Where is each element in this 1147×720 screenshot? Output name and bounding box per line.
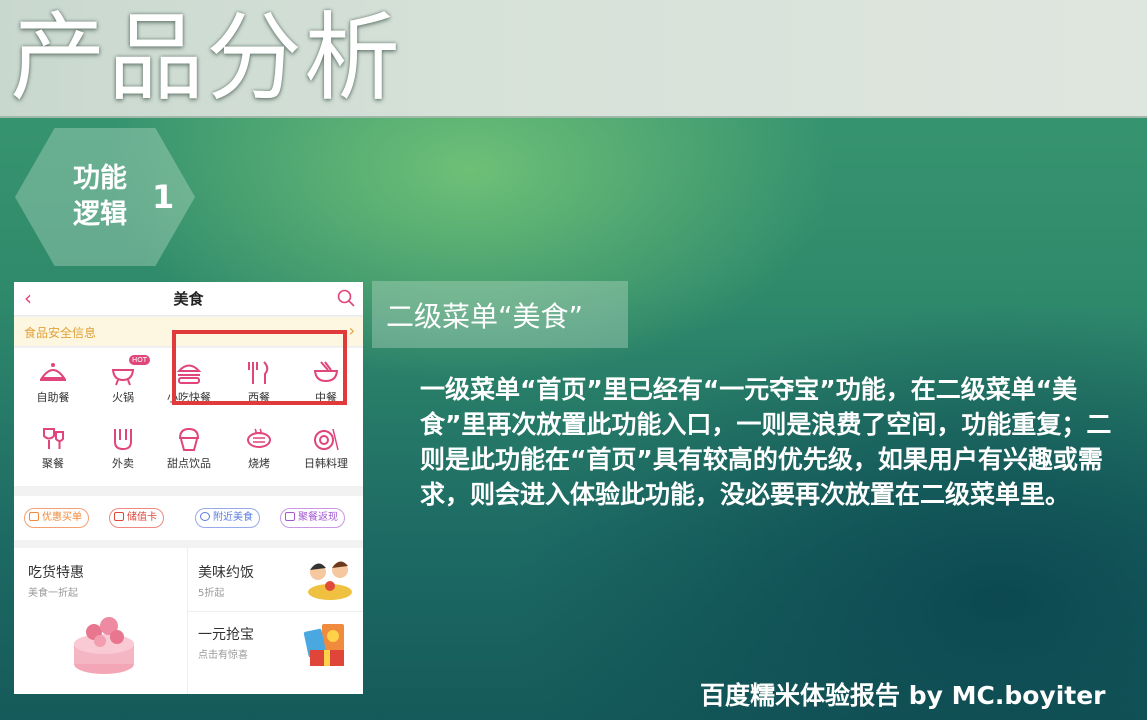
category-label: 日韩料理 <box>304 457 348 470</box>
promo-divider <box>188 611 363 612</box>
notice-label: 食品安全信息 <box>24 326 97 340</box>
category-takeout[interactable]: 外卖 <box>89 426 157 471</box>
phone-header: ‹ 美食 <box>14 282 363 316</box>
grill-icon <box>247 428 271 448</box>
search-icon[interactable] <box>337 289 355 307</box>
sushi-icon <box>314 428 339 451</box>
analysis-text: 一级菜单“首页”里已经有“一元夺宝”功能，在二级菜单“美食”里再次放置此功能入口… <box>420 375 1112 509</box>
category-buffet[interactable]: 自助餐 <box>19 360 87 405</box>
wine-icon <box>43 428 64 449</box>
category-label: 甜点饮品 <box>167 457 211 470</box>
category-label: 烧烤 <box>248 457 270 470</box>
dining-people-image <box>308 561 352 600</box>
category-party[interactable]: 聚餐 <box>19 426 87 471</box>
hot-badge: HOT <box>129 355 151 365</box>
chat-icon <box>285 512 295 521</box>
highlight-frame <box>172 330 347 405</box>
location-pin-icon <box>200 512 210 521</box>
category-label: 火锅 <box>112 391 134 404</box>
footer: 百度糯米体验报告 by MC.boyiter <box>700 681 1106 710</box>
tag-nearby[interactable]: 附近美食 <box>195 508 260 528</box>
promo-foodie-sub: 美食一折起 <box>28 588 78 599</box>
tag-stored-card[interactable]: 储值卡 <box>109 508 164 528</box>
section-number: 1 <box>152 178 175 216</box>
takeout-icon <box>114 429 132 451</box>
slide: 产品分析 功能逻辑 1 ‹ 美食 食品安全信息 › 自助餐 HOT 火锅 小吃快… <box>0 0 1147 720</box>
subtitle: 二级菜单“美食” <box>386 300 584 333</box>
chevron-right-icon: › <box>348 321 355 340</box>
tag-cashback[interactable]: 聚餐返现 <box>280 508 345 528</box>
promo-treasure-title[interactable]: 一元抢宝 <box>198 624 254 644</box>
cake-image <box>74 617 134 674</box>
category-label: 自助餐 <box>36 391 70 404</box>
promo-treasure-sub: 点击有惊喜 <box>198 650 248 661</box>
cupcake-icon <box>178 427 200 451</box>
category-bbq[interactable]: 烧烤 <box>225 426 293 471</box>
promo-meal-title[interactable]: 美味约饭 <box>198 562 254 582</box>
title-bar: 产品分析 <box>0 0 1147 118</box>
tag-discount-pay[interactable]: 优惠买单 <box>24 508 89 528</box>
slide-title: 产品分析 <box>10 2 402 114</box>
promo-foodie-title[interactable]: 吃货特惠 <box>28 562 84 582</box>
section-label: 功能逻辑 <box>73 163 127 230</box>
category-hotpot[interactable]: HOT 火锅 <box>89 355 157 405</box>
promo-divider <box>187 548 188 694</box>
promo-section: 吃货特惠 美食一折起 美味约饭 5折起 一元抢宝 点击有惊喜 <box>14 548 363 694</box>
tag-label: 聚餐返现 <box>298 512 338 523</box>
tag-label: 优惠买单 <box>42 512 82 523</box>
quick-tags: 优惠买单 储值卡 附近美食 聚餐返现 <box>14 496 363 540</box>
category-dessert[interactable]: 甜点饮品 <box>155 426 223 471</box>
phone-header-title: 美食 <box>173 290 204 308</box>
category-japanese-korean[interactable]: 日韩料理 <box>292 426 360 471</box>
gift-box-image <box>303 624 344 666</box>
promo-meal-sub: 5折起 <box>198 588 225 599</box>
tag-label: 储值卡 <box>127 512 157 523</box>
buffet-icon <box>40 363 66 381</box>
category-label: 聚餐 <box>42 457 64 470</box>
tag-label: 附近美食 <box>213 512 253 523</box>
category-label: 外卖 <box>112 457 134 470</box>
card-icon <box>114 512 124 521</box>
card-icon <box>29 512 39 521</box>
